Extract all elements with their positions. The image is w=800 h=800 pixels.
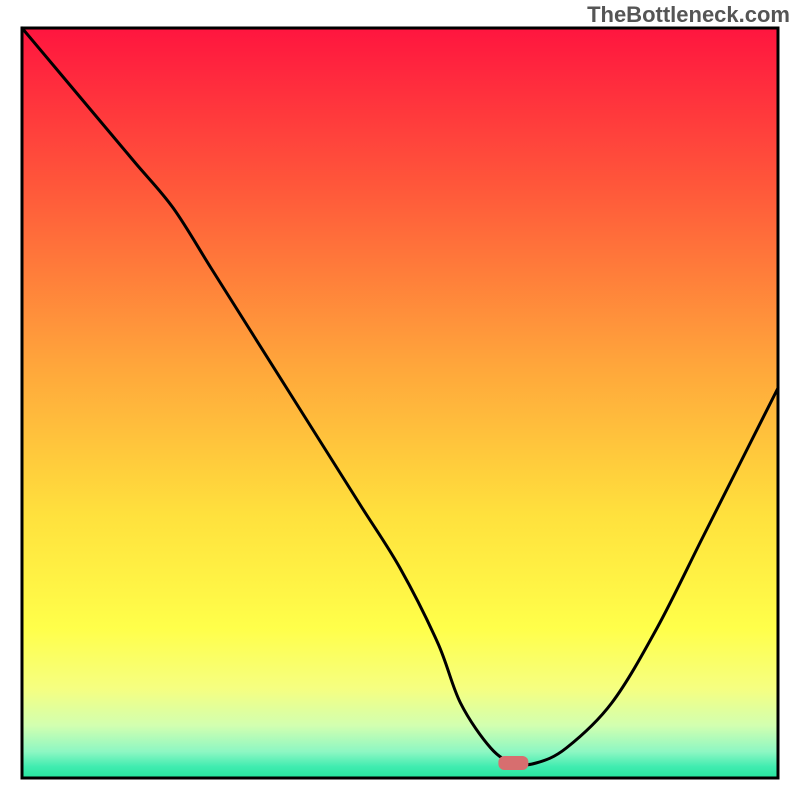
plot-background [22,28,778,778]
chart-svg [0,0,800,800]
optimal-marker [498,756,528,770]
watermark-text: TheBottleneck.com [587,2,790,28]
bottleneck-chart: TheBottleneck.com [0,0,800,800]
